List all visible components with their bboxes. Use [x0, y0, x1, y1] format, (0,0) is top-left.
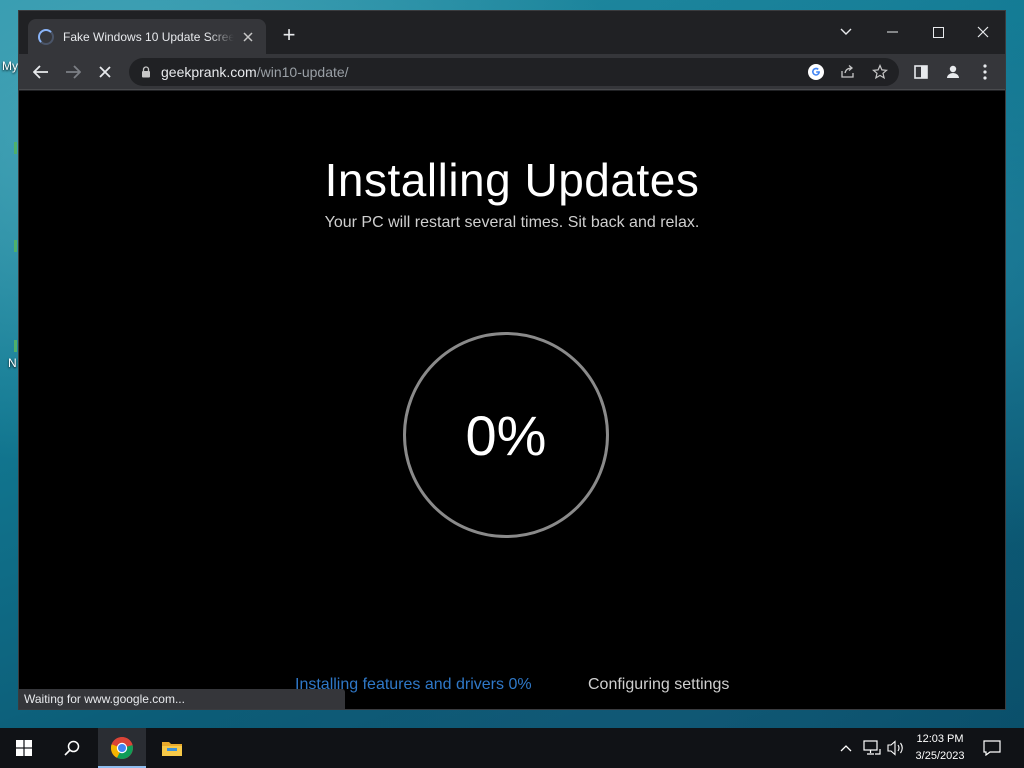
chevron-down-icon [840, 28, 852, 35]
url-text: geekprank.com/win10-update/ [161, 64, 349, 80]
search-icon [64, 740, 80, 756]
show-hidden-icons-button[interactable] [836, 728, 856, 768]
forward-button[interactable] [59, 58, 87, 86]
star-icon[interactable] [870, 62, 890, 82]
tab-title: Fake Windows 10 Update Screen [63, 29, 235, 44]
minimize-icon [886, 31, 898, 33]
start-button[interactable] [0, 728, 48, 768]
desktop-icon-label[interactable]: My [2, 59, 18, 73]
google-icon[interactable] [806, 62, 826, 82]
maximize-button[interactable] [915, 17, 961, 47]
tab-strip: Fake Windows 10 Update Screen + [19, 11, 1005, 54]
url-path: /win10-update/ [256, 64, 349, 80]
taskbar-chrome[interactable] [98, 728, 146, 768]
profile-button[interactable] [939, 58, 967, 86]
network-icon [863, 740, 881, 755]
volume-icon [887, 740, 903, 756]
windows-start-icon [16, 740, 32, 756]
close-icon[interactable] [240, 29, 256, 45]
forward-icon [66, 65, 81, 79]
desktop-icon[interactable] [14, 240, 17, 252]
stop-button[interactable] [91, 58, 119, 86]
close-icon [977, 26, 989, 38]
back-icon [33, 65, 48, 79]
side-panel-icon [914, 65, 928, 79]
page-viewport: Installing Updates Your PC will restart … [19, 91, 1005, 709]
new-tab-button[interactable]: + [277, 24, 301, 46]
stop-icon [99, 66, 111, 78]
lock-icon [142, 66, 150, 78]
desktop-icon-label[interactable]: N [8, 356, 17, 370]
search-button[interactable] [48, 728, 96, 768]
taskbar-file-explorer[interactable] [148, 728, 196, 768]
desktop-icon[interactable] [14, 142, 17, 154]
chevron-up-icon [840, 745, 852, 752]
kebab-menu-button[interactable] [971, 58, 999, 86]
address-bar[interactable]: geekprank.com/win10-update/ [129, 58, 899, 86]
clock[interactable]: 12:03 PM 3/25/2023 [908, 728, 972, 768]
progress-percent: 0% [465, 403, 547, 467]
page-title: Installing Updates [324, 154, 700, 206]
network-button[interactable] [860, 728, 884, 768]
loading-spinner-icon [38, 28, 54, 45]
back-button[interactable] [27, 58, 55, 86]
side-panel-button[interactable] [907, 58, 935, 86]
close-window-button[interactable] [960, 17, 1006, 47]
share-icon[interactable] [838, 62, 858, 82]
volume-button[interactable] [884, 728, 908, 768]
clock-date: 3/25/2023 [915, 750, 965, 762]
chrome-icon [110, 737, 133, 759]
tab-search-button[interactable] [823, 17, 869, 47]
stage-next-label: Configuring settings [588, 676, 730, 693]
profile-icon [947, 65, 959, 78]
kebab-menu-icon [983, 64, 987, 80]
status-bubble: Waiting for www.google.com... [19, 689, 345, 709]
clock-time: 12:03 PM [916, 733, 964, 745]
page-subtitle: Your PC will restart several times. Sit … [324, 214, 700, 231]
action-center-button[interactable] [978, 728, 1006, 768]
tab-active[interactable]: Fake Windows 10 Update Screen [28, 19, 266, 54]
minimize-button[interactable] [869, 17, 915, 47]
desktop-icon[interactable] [14, 340, 17, 352]
browser-toolbar: geekprank.com/win10-update/ [19, 54, 1005, 90]
url-host: geekprank.com [161, 64, 257, 80]
file-explorer-icon [162, 742, 182, 756]
taskbar: 12:03 PM 3/25/2023 [0, 728, 1024, 768]
maximize-icon [932, 26, 944, 38]
notification-icon [983, 740, 1001, 756]
chrome-window: Fake Windows 10 Update Screen + geekpran… [18, 10, 1006, 710]
